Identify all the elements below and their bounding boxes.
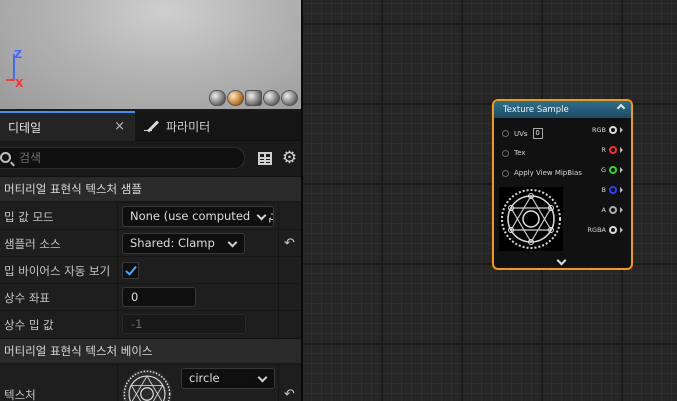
prop-label: 상수 밉 값 [4,318,54,332]
material-editor: Z X 디테일 × 파라미터 ⚙ [0,0,677,401]
pin-ring [609,206,617,214]
pin-dot [502,149,509,157]
chevron-up-icon[interactable] [616,103,626,113]
preview-shape-buttons [209,90,301,108]
input-pin-uvs[interactable]: UVs 0 [502,128,543,139]
pin-label: RGBA [587,226,606,234]
pin-label: Tex [514,149,526,157]
section-title: 머티리얼 표현식 텍스처 샘플 [4,182,142,196]
output-pin-b[interactable]: B [602,186,623,194]
texture-sample-node[interactable]: Texture Sample UVs 0 Tex Apply View MipB… [492,99,633,270]
pin-label: G [600,166,606,174]
search-row: ⚙ [0,144,301,172]
pencil-icon [144,118,160,134]
node-title: Texture Sample [503,104,569,115]
const-mip-value-field[interactable]: -1 [122,314,246,334]
axis-gizmo: Z X [4,48,28,92]
prop-texture: 텍스처 circle ↶ [0,364,301,401]
search-input[interactable] [0,147,245,169]
pin-arrow [620,147,623,153]
prop-label: 샘플러 소스 [4,237,61,251]
sampler-source-dropdown[interactable]: Shared: Clamp [122,233,245,254]
pin-dot [502,169,509,177]
prop-label: 밉 값 모드 [4,210,54,224]
pin-ring [609,166,617,174]
uvs-index-field[interactable]: 0 [532,128,543,139]
reset-arrow-icon[interactable]: ↶ [284,236,295,251]
output-pin-rgb[interactable]: RGB [592,126,623,134]
pin-label: UVs [514,129,528,138]
tab-details[interactable]: 디테일 × [0,111,135,141]
output-pin-a[interactable]: A [602,206,623,214]
texture-thumbnail[interactable] [122,369,172,401]
output-pin-r[interactable]: R [601,146,623,154]
prop-label: 상수 좌표 [4,291,50,305]
sphere-icon[interactable] [227,90,244,106]
tab-parameters-label: 파라미터 [166,119,211,134]
left-panel: Z X 디테일 × 파라미터 ⚙ [0,0,303,401]
node-header[interactable]: Texture Sample [494,101,631,118]
prop-label: 텍스처 [4,388,36,401]
pin-arrow [620,207,623,213]
chevron-down-icon [257,372,268,383]
section-title: 머티리얼 표현식 텍스처 베이스 [4,344,153,358]
reset-arrow-icon[interactable]: ↶ [284,387,295,401]
pin-ring [609,226,617,234]
circle-pattern-image [123,370,171,401]
pin-ring [609,146,617,154]
search-icon [0,152,11,163]
x-axis-label: X [15,77,24,90]
section-texture-sample[interactable]: 머티리얼 표현식 텍스처 샘플 [0,176,301,201]
pin-arrow [620,167,623,173]
const-coordinate-field[interactable]: 0 [122,287,196,307]
tab-parameters[interactable]: 파라미터 [140,111,290,141]
teapot-icon[interactable] [281,90,298,106]
node-texture-preview [499,187,563,251]
cylinder-icon[interactable] [209,90,226,106]
details-tabbar: 디테일 × 파라미터 [0,111,301,141]
dropdown-value: Shared: Clamp [130,236,215,250]
pin-label: B [601,186,606,194]
close-icon[interactable]: × [114,119,125,134]
pin-ring [609,126,617,134]
z-axis-label: Z [14,48,22,61]
pin-arrow [620,227,623,233]
tab-details-label: 디테일 [8,120,42,135]
output-pin-g[interactable]: G [601,166,623,174]
pin-label: RGB [591,126,606,134]
output-pin-rgba[interactable]: RGBA [588,226,623,234]
pin-dot [502,130,509,137]
pin-arrow [620,187,623,193]
prop-sampler-source: 샘플러 소스 Shared: Clamp ↶ [0,229,301,257]
texture-dropdown[interactable]: circle [181,368,275,389]
dropdown-value: None (use computed mips) [130,209,274,223]
section-texture-base[interactable]: 머티리얼 표현식 텍스처 베이스 [0,338,301,363]
pin-label: A [601,206,606,214]
x-axis-line [6,79,15,81]
pin-label: R [601,146,606,154]
pin-label: Apply View MipBias [514,169,582,177]
dropdown-value: circle [189,371,220,385]
mip-value-mode-dropdown[interactable]: None (use computed mips) [122,206,274,227]
input-pin-tex[interactable]: Tex [502,149,525,157]
prop-const-mip-value: 상수 밉 값 -1 [0,310,301,338]
plane-icon[interactable] [245,90,262,106]
chevron-down-icon[interactable] [556,255,567,266]
prop-label: 밉 바이어스 자동 보기 [4,264,111,278]
input-pin-apply-view-mipbias[interactable]: Apply View MipBias [502,169,582,177]
pin-arrow [620,127,623,133]
auto-view-mip-bias-checkbox[interactable] [122,262,139,279]
table-view-icon[interactable] [258,152,272,165]
prop-const-coordinate: 상수 좌표 0 [0,283,301,311]
cube-icon[interactable] [263,90,280,106]
preview-viewport[interactable]: Z X [0,0,301,109]
prop-auto-view-mip-bias: 밉 바이어스 자동 보기 [0,256,301,284]
prop-mip-value-mode: 밉 값 모드 None (use computed mips) [0,202,301,230]
gear-icon[interactable]: ⚙ [281,150,298,167]
circle-pattern-image [501,189,561,249]
pin-ring [609,186,617,194]
chevron-down-icon [227,237,238,248]
